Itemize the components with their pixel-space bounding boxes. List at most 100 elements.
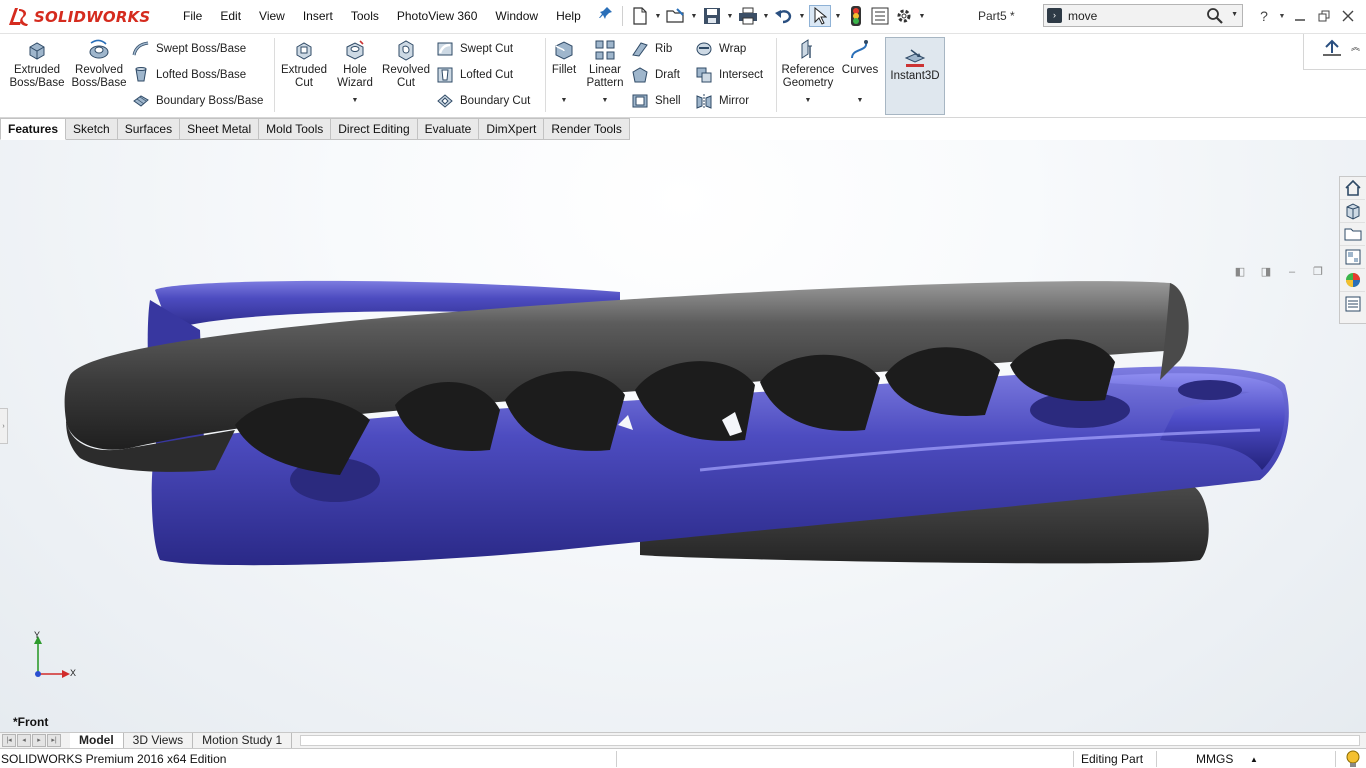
- open-folder-icon[interactable]: [665, 5, 687, 27]
- hole-wizard-dropdown-icon[interactable]: ▼: [352, 94, 359, 107]
- fillet-button[interactable]: Fillet ▼: [548, 38, 580, 107]
- minimize-icon[interactable]: [1288, 0, 1312, 32]
- tab-evaluate[interactable]: Evaluate: [417, 118, 480, 140]
- intersect-button[interactable]: Intersect: [695, 65, 763, 85]
- custom-properties-icon[interactable]: [1340, 292, 1365, 315]
- undo-dropdown-icon[interactable]: ▼: [797, 5, 807, 27]
- swept-boss-button[interactable]: Swept Boss/Base: [132, 39, 246, 59]
- solidworks-logo[interactable]: SOLIDWORKS: [6, 2, 154, 32]
- menu-window[interactable]: Window: [486, 0, 547, 32]
- first-tab-icon[interactable]: |◂: [2, 734, 16, 747]
- reference-geometry-label-2: Geometry: [782, 77, 834, 89]
- print-dropdown-icon[interactable]: ▼: [761, 5, 771, 27]
- linear-pattern-button[interactable]: Linear Pattern ▼: [584, 38, 626, 107]
- tab-sheet-metal[interactable]: Sheet Metal: [180, 118, 260, 140]
- file-properties-icon[interactable]: [869, 5, 891, 27]
- split-left-icon[interactable]: ◧: [1232, 264, 1248, 280]
- tab-render-tools[interactable]: Render Tools: [544, 118, 630, 140]
- search-input[interactable]: [1068, 6, 1208, 25]
- view-palette-icon[interactable]: [1340, 246, 1365, 269]
- next-tab-icon[interactable]: ▸: [32, 734, 46, 747]
- tab-sketch[interactable]: Sketch: [66, 118, 118, 140]
- search-commands-box[interactable]: › ▼: [1043, 4, 1243, 27]
- curves-button[interactable]: Curves ▼: [840, 38, 880, 107]
- tab-surfaces[interactable]: Surfaces: [117, 118, 181, 140]
- design-library-icon[interactable]: [1340, 200, 1365, 223]
- tab-features[interactable]: Features: [0, 118, 67, 140]
- linear-pattern-dropdown-icon[interactable]: ▼: [602, 94, 609, 107]
- search-dropdown-icon[interactable]: ▼: [1231, 11, 1238, 18]
- draft-button[interactable]: Draft: [631, 65, 680, 85]
- revolved-cut-button[interactable]: Revolved Cut: [380, 38, 432, 90]
- select-dropdown-icon[interactable]: ▼: [833, 5, 843, 27]
- units-dropdown-icon[interactable]: ▲: [1250, 755, 1258, 764]
- hole-wizard-button[interactable]: Hole Wizard ▼: [332, 38, 378, 107]
- mirror-button[interactable]: Mirror: [695, 91, 749, 111]
- viewport-minimize-icon[interactable]: –: [1284, 264, 1300, 280]
- menu-file[interactable]: File: [174, 0, 211, 32]
- help-icon[interactable]: ?: [1252, 0, 1276, 32]
- appearances-icon[interactable]: [1340, 269, 1365, 292]
- fillet-dropdown-icon[interactable]: ▼: [561, 94, 568, 107]
- viewport-restore-icon[interactable]: ❐: [1310, 264, 1326, 280]
- hide-ribbon-icon[interactable]: [1321, 38, 1343, 63]
- graphics-area[interactable]: ◧ ◨ – ❐ ✕: [0, 140, 1366, 732]
- home-icon[interactable]: [1340, 177, 1365, 200]
- save-dropdown-icon[interactable]: ▼: [725, 5, 735, 27]
- new-dropdown-icon[interactable]: ▼: [653, 5, 663, 27]
- rib-button[interactable]: Rib: [631, 39, 672, 59]
- extruded-cut-button[interactable]: Extruded Cut: [278, 38, 330, 90]
- pin-icon[interactable]: [590, 0, 622, 32]
- quick-tips-icon[interactable]: [1345, 750, 1361, 768]
- file-explorer-icon[interactable]: [1340, 223, 1365, 246]
- tab-model[interactable]: Model: [70, 733, 124, 748]
- tab-motion-study[interactable]: Motion Study 1: [193, 733, 293, 748]
- menu-tools[interactable]: Tools: [342, 0, 388, 32]
- curves-dropdown-icon[interactable]: ▼: [857, 94, 864, 107]
- tab-dimxpert[interactable]: DimXpert: [479, 118, 545, 140]
- options-dropdown-icon[interactable]: ▼: [917, 5, 927, 27]
- save-icon[interactable]: [701, 5, 723, 27]
- undo-icon[interactable]: [773, 5, 795, 27]
- part-model[interactable]: [0, 140, 1366, 732]
- shell-button[interactable]: Shell: [631, 91, 681, 111]
- feature-manager-toggle[interactable]: ›: [0, 408, 8, 444]
- extruded-boss-button[interactable]: Extruded Boss/Base: [8, 38, 66, 90]
- menu-view[interactable]: View: [250, 0, 294, 32]
- tab-3d-views[interactable]: 3D Views: [124, 733, 194, 748]
- previous-tab-icon[interactable]: ◂: [17, 734, 31, 747]
- chevron-up-icon[interactable]: ︽: [1351, 40, 1360, 53]
- unit-system-selector[interactable]: MMGS: [1196, 752, 1233, 766]
- swept-cut-button[interactable]: Swept Cut: [436, 39, 513, 59]
- close-icon[interactable]: [1336, 0, 1360, 32]
- new-document-icon[interactable]: [629, 5, 651, 27]
- menu-edit[interactable]: Edit: [211, 0, 250, 32]
- lofted-cut-icon: [437, 67, 453, 83]
- instant3d-button[interactable]: Instant3D: [885, 37, 945, 115]
- horizontal-scrollbar[interactable]: [300, 735, 1360, 746]
- options-gear-icon[interactable]: [893, 5, 915, 27]
- menu-photoview[interactable]: PhotoView 360: [388, 0, 487, 32]
- menu-help[interactable]: Help: [547, 0, 590, 32]
- help-dropdown-icon[interactable]: ▼: [1276, 0, 1288, 32]
- open-dropdown-icon[interactable]: ▼: [689, 5, 699, 27]
- tab-direct-editing[interactable]: Direct Editing: [331, 118, 418, 140]
- last-tab-icon[interactable]: ▸|: [47, 734, 61, 747]
- lofted-cut-button[interactable]: Lofted Cut: [436, 65, 513, 85]
- menu-insert[interactable]: Insert: [294, 0, 342, 32]
- reference-geometry-button[interactable]: Reference Geometry ▼: [779, 38, 837, 107]
- search-icon[interactable]: [1206, 7, 1224, 28]
- select-pointer-icon[interactable]: [809, 5, 831, 27]
- print-icon[interactable]: [737, 5, 759, 27]
- lofted-boss-button[interactable]: Lofted Boss/Base: [132, 65, 246, 85]
- boundary-cut-button[interactable]: Boundary Cut: [436, 91, 530, 111]
- boundary-boss-button[interactable]: Boundary Boss/Base: [132, 91, 263, 111]
- extruded-boss-label-1: Extruded: [13, 64, 61, 76]
- wrap-button[interactable]: Wrap: [695, 39, 746, 59]
- tab-mold-tools[interactable]: Mold Tools: [259, 118, 332, 140]
- split-right-icon[interactable]: ◨: [1258, 264, 1274, 280]
- restore-icon[interactable]: [1312, 0, 1336, 32]
- revolved-boss-button[interactable]: Revolved Boss/Base: [70, 38, 128, 90]
- reference-geometry-dropdown-icon[interactable]: ▼: [805, 94, 812, 107]
- rebuild-traffic-light-icon[interactable]: [845, 5, 867, 27]
